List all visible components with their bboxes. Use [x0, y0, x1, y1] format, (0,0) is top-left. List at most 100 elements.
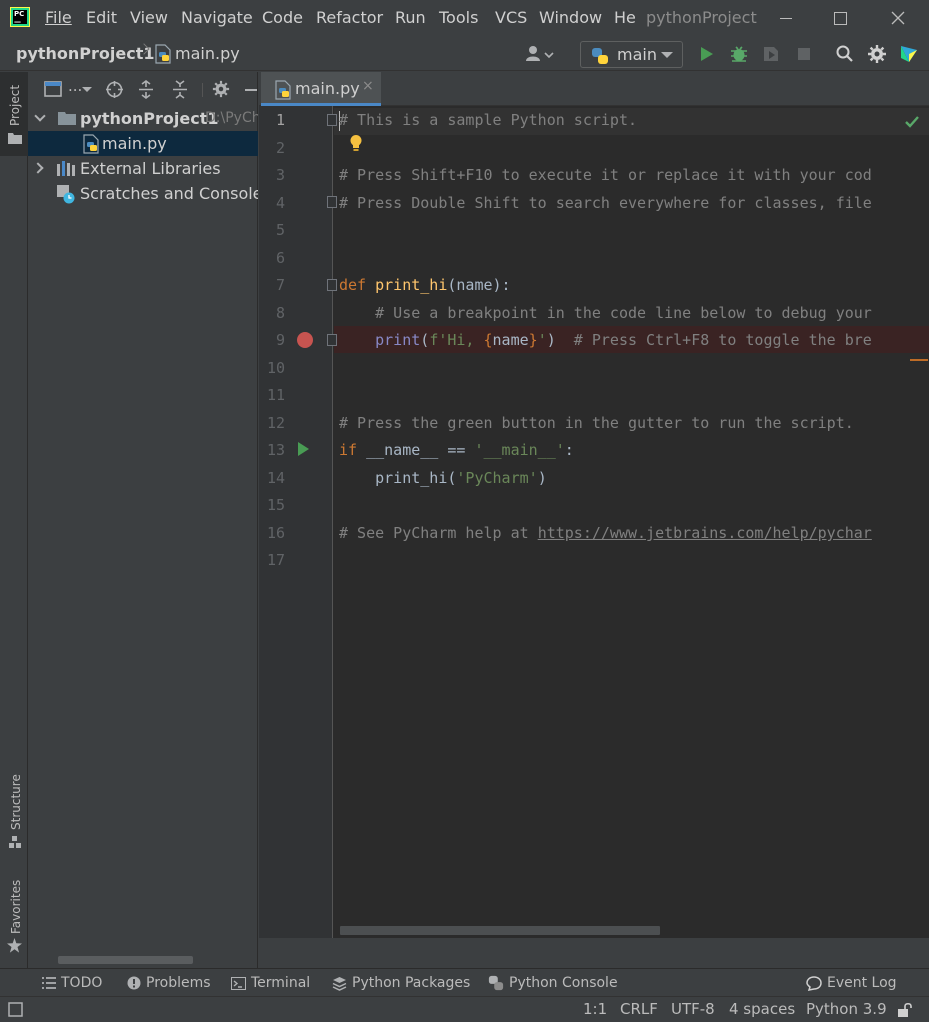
pycharm-logo-icon: PC —: [10, 7, 30, 27]
project-view-dropdown[interactable]: ...: [68, 77, 82, 95]
line-separator[interactable]: CRLF: [620, 1000, 658, 1018]
line-number: 8: [275, 304, 285, 322]
search-everywhere-button[interactable]: [835, 44, 855, 64]
project-tool-window: ... pythonProject1 D:\PyCh main.py Exter…: [28, 72, 258, 968]
line-number: 16: [266, 524, 285, 542]
project-view-selector[interactable]: [44, 81, 62, 101]
project-stripe-label: Project: [8, 84, 22, 126]
python-interpreter[interactable]: Python 3.9: [806, 1000, 887, 1018]
python-console-tool-button[interactable]: Python Console: [488, 975, 618, 991]
horizontal-scrollbar[interactable]: [340, 926, 660, 935]
expand-all-button[interactable]: [137, 80, 155, 103]
line-number: 2: [275, 139, 285, 157]
toggle-tool-windows-button[interactable]: [8, 1002, 23, 1021]
code-editor[interactable]: 1 2 3 4 5 6 7 8 9 10 11 12 13 14 15 16 1…: [259, 106, 929, 938]
indent-setting[interactable]: 4 spaces: [729, 1000, 795, 1018]
run-with-coverage-button[interactable]: [761, 44, 781, 64]
run-icon: [701, 47, 713, 61]
terminal-tool-button[interactable]: Terminal: [231, 975, 310, 991]
breadcrumb-project[interactable]: pythonProject1: [16, 44, 155, 63]
maximize-button[interactable]: [830, 8, 850, 28]
menu-edit[interactable]: Edit: [86, 9, 117, 27]
breakpoint-icon[interactable]: [297, 332, 313, 348]
fold-marker-icon[interactable]: [327, 196, 337, 208]
tree-item-main-py[interactable]: main.py: [28, 131, 258, 156]
horizontal-scrollbar[interactable]: [58, 956, 193, 964]
menu-tools[interactable]: Tools: [439, 9, 478, 27]
editor-tab-bar: main.py ×: [259, 72, 929, 106]
menu-refactor[interactable]: Refactor: [316, 9, 383, 27]
python-file-icon: [83, 134, 99, 154]
string-token: ': [537, 331, 547, 349]
tree-item-label: External Libraries: [80, 159, 221, 178]
read-only-toggle[interactable]: [897, 1002, 913, 1021]
tree-item-scratches[interactable]: Scratches and Consoles: [28, 181, 258, 206]
locate-file-button[interactable]: [105, 80, 124, 103]
todo-tool-button[interactable]: TODO: [42, 975, 102, 991]
tree-item-project-root[interactable]: pythonProject1 D:\PyCh: [28, 106, 258, 131]
problems-tool-button[interactable]: Problems: [127, 975, 211, 991]
close-icon: [891, 11, 905, 25]
tab-main-py[interactable]: main.py ×: [261, 72, 381, 106]
menu-code[interactable]: Code: [262, 9, 303, 27]
user-vcs-icon[interactable]: [525, 44, 555, 68]
python-packages-tool-button[interactable]: Python Packages: [332, 975, 470, 991]
menu-help[interactable]: He: [614, 9, 636, 27]
run-gutter-icon[interactable]: [298, 442, 309, 456]
menu-run[interactable]: Run: [395, 9, 426, 27]
caret-position[interactable]: 1:1: [583, 1000, 607, 1018]
project-options-button[interactable]: [212, 80, 230, 102]
menu-view[interactable]: View: [130, 9, 168, 27]
settings-button[interactable]: [867, 44, 887, 64]
code-token: ): [537, 469, 547, 487]
problems-label: Problems: [146, 975, 211, 991]
chevron-down-icon: [82, 87, 92, 92]
minimize-button[interactable]: [776, 8, 796, 28]
collapse-all-button[interactable]: [171, 80, 189, 103]
stop-button[interactable]: [794, 44, 814, 64]
event-log-tool-button[interactable]: Event Log: [806, 975, 897, 991]
favorites-tool-button[interactable]: Favorites: [0, 872, 28, 960]
bug-icon: [731, 46, 747, 62]
project-tool-button[interactable]: Project: [0, 72, 28, 156]
function-name-token: print_hi: [375, 276, 448, 294]
run-button[interactable]: [697, 44, 717, 64]
close-window-button[interactable]: [888, 8, 908, 28]
tool-window-bar: TODO Problems Terminal Python Packages P…: [0, 968, 929, 996]
run-configuration-selector[interactable]: main: [580, 41, 683, 68]
debug-button[interactable]: [729, 44, 749, 64]
menu-window[interactable]: Window: [539, 9, 602, 27]
code-token: (name):: [447, 276, 511, 294]
fold-marker-icon[interactable]: [327, 334, 337, 346]
hide-panel-button[interactable]: [245, 89, 257, 91]
terminal-icon: [231, 976, 246, 990]
help-link[interactable]: https://www.jetbrains.com/help/pychar: [538, 524, 872, 542]
code-with-me-button[interactable]: [899, 44, 919, 64]
code-line: if __name__ == '__main__':: [339, 437, 929, 464]
menu-navigate[interactable]: Navigate: [181, 9, 253, 27]
project-toolbar: ...: [28, 72, 258, 106]
close-tab-icon[interactable]: ×: [362, 78, 374, 94]
breadcrumb-file[interactable]: main.py: [175, 44, 240, 63]
left-tool-stripe: Project Structure Favorites: [0, 72, 28, 968]
string-token: '__main__': [474, 441, 565, 459]
unlock-icon: [898, 1002, 912, 1017]
window-icon: [44, 81, 62, 97]
tree-item-external-libraries[interactable]: External Libraries: [28, 156, 258, 181]
warning-marker[interactable]: [910, 359, 928, 361]
chevron-down-icon: [34, 110, 46, 122]
window-icon: [8, 1002, 23, 1017]
code-line: def print_hi(name):: [339, 272, 929, 299]
lightbulb-icon[interactable]: [349, 134, 363, 156]
navigation-bar: pythonProject1 main.py main: [0, 36, 929, 71]
file-encoding[interactable]: UTF-8: [671, 1000, 715, 1018]
menu-file[interactable]: File: [45, 9, 72, 27]
collapse-all-icon: [173, 80, 187, 99]
fold-marker-icon[interactable]: [327, 279, 337, 291]
coverage-icon: [764, 47, 778, 61]
structure-tool-button[interactable]: Structure: [0, 768, 28, 856]
favorites-stripe-label: Favorites: [9, 879, 23, 934]
fold-marker-icon[interactable]: [327, 114, 337, 126]
menu-vcs[interactable]: VCS: [495, 9, 527, 27]
tree-item-label: Scratches and Consoles: [80, 184, 258, 203]
